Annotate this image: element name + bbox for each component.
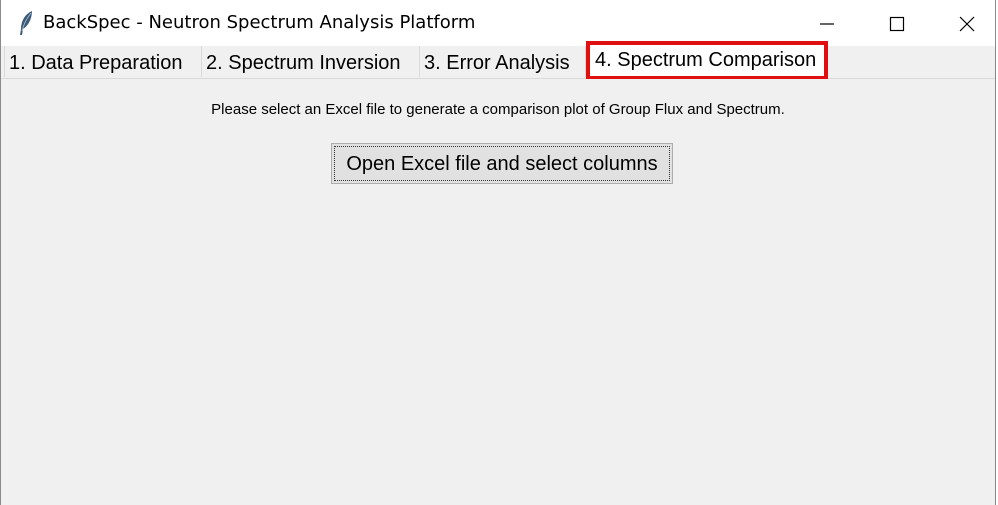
feather-icon [17,10,35,36]
spectrum-comparison-panel: Please select an Excel file to generate … [1,79,995,505]
tab-data-preparation[interactable]: 1. Data Preparation [4,46,202,77]
title-bar[interactable]: BackSpec - Neutron Spectrum Analysis Pla… [1,0,995,46]
minimize-button[interactable] [793,0,863,46]
instruction-text: Please select an Excel file to generate … [211,101,785,118]
app-window: BackSpec - Neutron Spectrum Analysis Pla… [0,0,996,505]
open-excel-button-label: Open Excel file and select columns [346,152,658,175]
close-button[interactable] [933,0,998,46]
tab-spectrum-inversion[interactable]: 2. Spectrum Inversion [202,46,420,77]
tab-error-analysis[interactable]: 3. Error Analysis [420,46,586,77]
maximize-button[interactable] [863,0,933,46]
notebook-tabs: 1. Data Preparation 2. Spectrum Inversio… [1,41,995,80]
tab-spectrum-comparison[interactable]: 4. Spectrum Comparison [586,41,828,80]
open-excel-button[interactable]: Open Excel file and select columns [331,143,673,184]
window-title: BackSpec - Neutron Spectrum Analysis Pla… [43,12,476,33]
